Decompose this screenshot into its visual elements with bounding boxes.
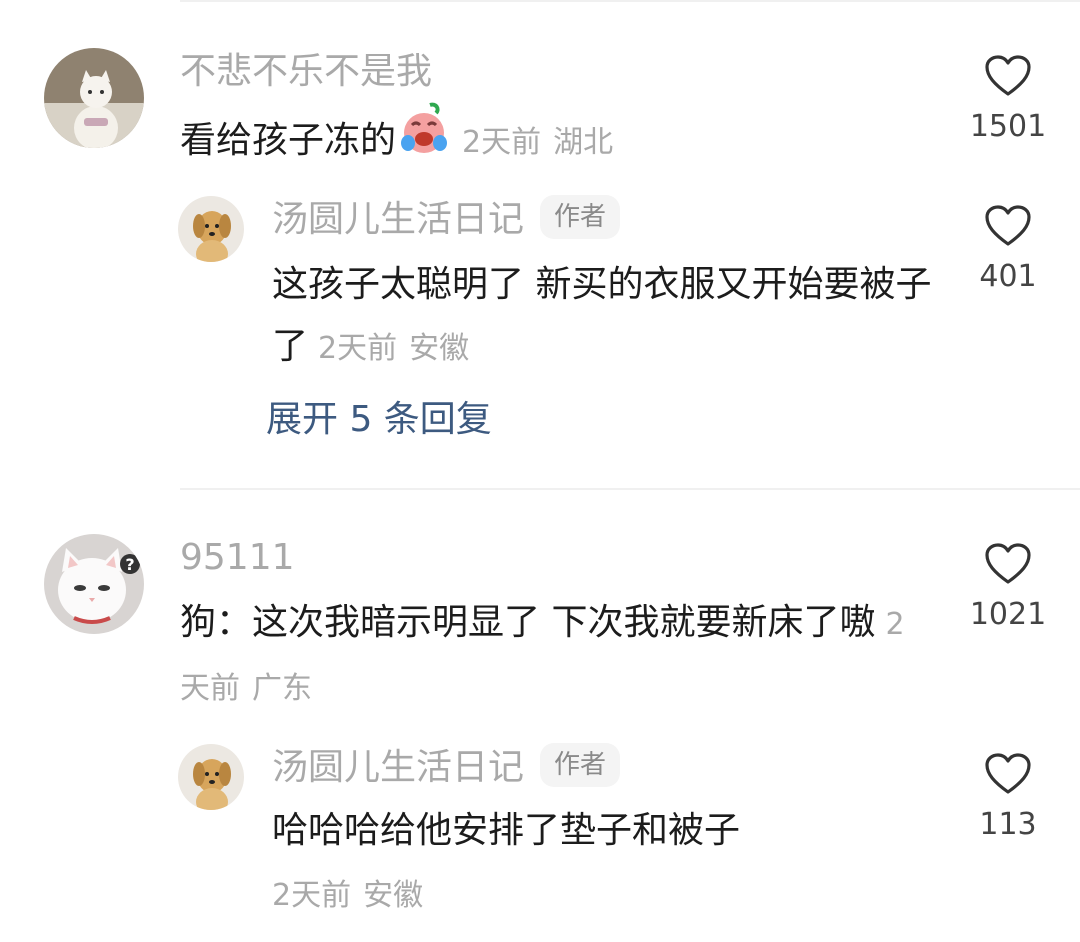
top-divider bbox=[180, 0, 1080, 2]
reply-username[interactable]: 汤圆儿生活日记 作者 bbox=[272, 195, 621, 243]
crying-laughing-emoji-icon bbox=[396, 101, 452, 177]
comment-username[interactable]: 不悲不乐不是我 bbox=[180, 50, 432, 94]
reply-region: 安徽 bbox=[409, 331, 470, 366]
avatar[interactable] bbox=[44, 48, 144, 148]
reply-time: 2天前 bbox=[318, 331, 398, 366]
reply-text: 哈哈哈给他安排了垫子和被子 bbox=[272, 800, 932, 862]
avatar[interactable] bbox=[178, 196, 244, 262]
comment-region: 湖北 bbox=[553, 125, 614, 160]
like-button[interactable]: 1021 bbox=[953, 542, 1063, 634]
comment-region: 广东 bbox=[252, 671, 312, 706]
heart-icon bbox=[985, 753, 1031, 794]
reply-text: 这孩子太聪明了 新买的衣服又开始要被子了 2天前 安徽 bbox=[272, 254, 932, 380]
avatar[interactable]: ? bbox=[44, 534, 144, 634]
author-badge: 作者 bbox=[540, 195, 621, 239]
reply-username[interactable]: 汤圆儿生活日记 作者 bbox=[272, 743, 621, 791]
user-avatar-image: ? bbox=[44, 534, 144, 634]
like-button[interactable]: 113 bbox=[953, 752, 1063, 844]
like-count: 1501 bbox=[969, 109, 1047, 144]
comment-text: 狗：这次我暗示明显了 下次我就要新床了嗷 2天前 广东 bbox=[180, 592, 910, 720]
heart-icon bbox=[985, 205, 1031, 246]
reply-body: 哈哈哈给他安排了垫子和被子 bbox=[272, 810, 741, 851]
reply-meta: 2天前 安徽 bbox=[318, 331, 469, 366]
like-button[interactable]: 401 bbox=[953, 204, 1063, 296]
comment-divider bbox=[180, 488, 1080, 490]
svg-text:?: ? bbox=[125, 555, 134, 574]
comment-body: 看给孩子冻的 bbox=[180, 120, 397, 161]
avatar[interactable] bbox=[178, 744, 244, 810]
reply-username-text: 汤圆儿生活日记 bbox=[272, 199, 525, 240]
expand-replies-link[interactable]: 展开 5 条回复 bbox=[266, 398, 492, 442]
like-count: 113 bbox=[979, 807, 1037, 842]
comment-time: 2天前 bbox=[462, 125, 542, 160]
reply-region: 安徽 bbox=[363, 878, 424, 913]
user-avatar-image bbox=[44, 48, 144, 148]
heart-icon bbox=[985, 543, 1031, 584]
comment-meta: 2天前 湖北 bbox=[462, 125, 613, 160]
comment-body: 狗：这次我暗示明显了 下次我就要新床了嗷 bbox=[180, 602, 876, 643]
reply-meta: 2天前 安徽 bbox=[272, 876, 423, 916]
comment-username[interactable]: 95111 bbox=[180, 536, 295, 580]
reply-time: 2天前 bbox=[272, 878, 352, 913]
author-avatar-image bbox=[178, 196, 244, 262]
heart-icon bbox=[985, 55, 1031, 96]
like-count: 401 bbox=[979, 259, 1037, 294]
like-count: 1021 bbox=[969, 597, 1047, 632]
author-avatar-image bbox=[178, 744, 244, 810]
comment-text: 看给孩子冻的 2天前 湖北 bbox=[180, 101, 950, 180]
author-badge: 作者 bbox=[540, 743, 621, 787]
like-button[interactable]: 1501 bbox=[953, 54, 1063, 146]
comment-section: 不悲不乐不是我 看给孩子冻的 2天前 湖北 1501 汤圆儿生活日记 作者 这孩子太聪… bbox=[0, 0, 1080, 942]
reply-username-text: 汤圆儿生活日记 bbox=[272, 747, 525, 788]
